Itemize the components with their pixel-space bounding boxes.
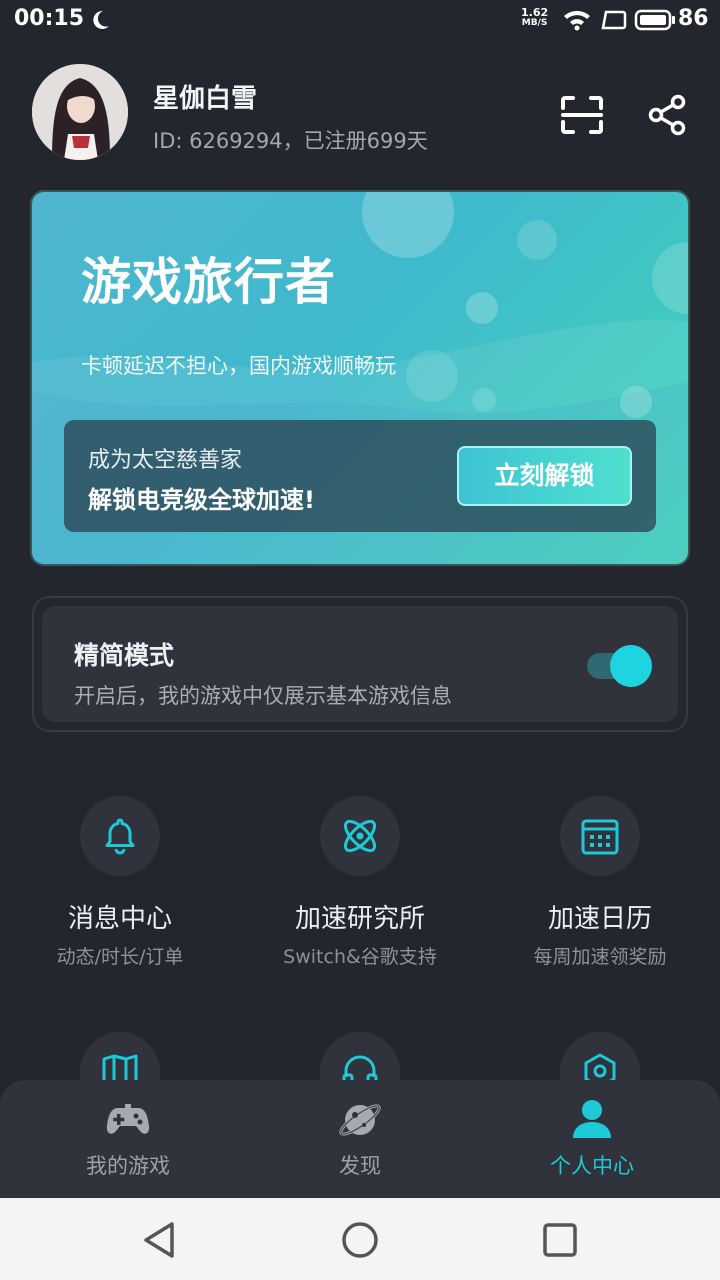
promo-offer-box: 成为太空慈善家 解锁电竞级全球加速! 立刻解锁 — [64, 420, 656, 532]
promo-offer-line1: 成为太空慈善家 — [88, 448, 243, 473]
home-icon[interactable] — [338, 1218, 382, 1262]
simple-mode-card: 精简模式 开启后，我的游戏中仅展示基本游戏信息 — [42, 606, 678, 722]
share-icon — [648, 94, 686, 136]
nav-my-games[interactable]: 我的游戏 — [8, 1080, 248, 1198]
username: 星伽白雪 — [153, 84, 258, 114]
planet-icon — [339, 1104, 381, 1136]
status-time: 00:15 — [14, 6, 85, 31]
user-id-text: ID: 6269294，已注册699天 — [153, 129, 428, 153]
unlock-now-button[interactable]: 立刻解锁 — [457, 446, 632, 506]
atom-icon — [320, 796, 400, 876]
back-icon[interactable] — [138, 1218, 182, 1262]
speed-calendar-item[interactable]: 加速日历 每周加速领奖励 — [480, 796, 720, 976]
simple-mode-toggle[interactable] — [587, 645, 652, 687]
share-button[interactable] — [647, 94, 687, 136]
person-icon — [573, 1100, 611, 1138]
promo-card[interactable]: 游戏旅行者 卡顿延迟不担心，国内游戏顺畅玩 成为太空慈善家 解锁电竞级全球加速!… — [32, 192, 688, 564]
system-nav-bar — [0, 1198, 720, 1280]
simple-mode-title: 精简模式 — [74, 641, 175, 670]
speed-calendar-sub: 每周加速领奖励 — [533, 946, 667, 968]
message-center-item[interactable]: 消息中心 动态/时长/订单 — [0, 796, 240, 976]
nav-personal-center[interactable]: 个人中心 — [472, 1080, 712, 1198]
scan-button[interactable] — [560, 95, 604, 135]
status-bar: 00:15 1.62 MB/S 86 — [0, 0, 720, 40]
bell-icon — [80, 796, 160, 876]
nav-discover[interactable]: 发现 — [240, 1080, 480, 1198]
promo-subtitle: 卡顿延迟不担心，国内游戏顺畅玩 — [81, 354, 396, 378]
nav-personal-center-label: 个人中心 — [550, 1154, 634, 1178]
battery-level: 86 — [678, 6, 709, 31]
network-speed: 1.62 MB/S — [521, 6, 549, 28]
simple-mode-section: 精简模式 开启后，我的游戏中仅展示基本游戏信息 — [32, 596, 688, 732]
message-center-sub: 动态/时长/订单 — [56, 946, 184, 968]
gamepad-icon — [106, 1104, 150, 1134]
battery-icon — [634, 9, 675, 31]
avatar[interactable] — [32, 64, 128, 160]
speed-lab-item[interactable]: 加速研究所 Switch&谷歌支持 — [240, 796, 480, 976]
speed-lab-sub: Switch&谷歌支持 — [283, 946, 437, 968]
promo-offer-line2: 解锁电竞级全球加速! — [88, 486, 315, 514]
nav-discover-label: 发现 — [339, 1154, 381, 1178]
calendar-icon — [560, 796, 640, 876]
avatar-image — [32, 64, 128, 160]
wifi-icon — [564, 10, 590, 31]
screen-cast-icon — [601, 10, 627, 30]
bottom-nav: 我的游戏 发现 个人中心 — [0, 1080, 720, 1198]
nav-my-games-label: 我的游戏 — [86, 1154, 170, 1178]
scan-icon — [561, 96, 603, 134]
speed-calendar-label: 加速日历 — [547, 904, 652, 934]
promo-title: 游戏旅行者 — [81, 253, 336, 311]
speed-lab-label: 加速研究所 — [294, 904, 425, 934]
message-center-label: 消息中心 — [67, 904, 172, 934]
recents-icon[interactable] — [538, 1218, 582, 1262]
moon-icon — [93, 10, 109, 29]
toggle-knob — [610, 645, 652, 687]
simple-mode-description: 开启后，我的游戏中仅展示基本游戏信息 — [74, 684, 452, 708]
